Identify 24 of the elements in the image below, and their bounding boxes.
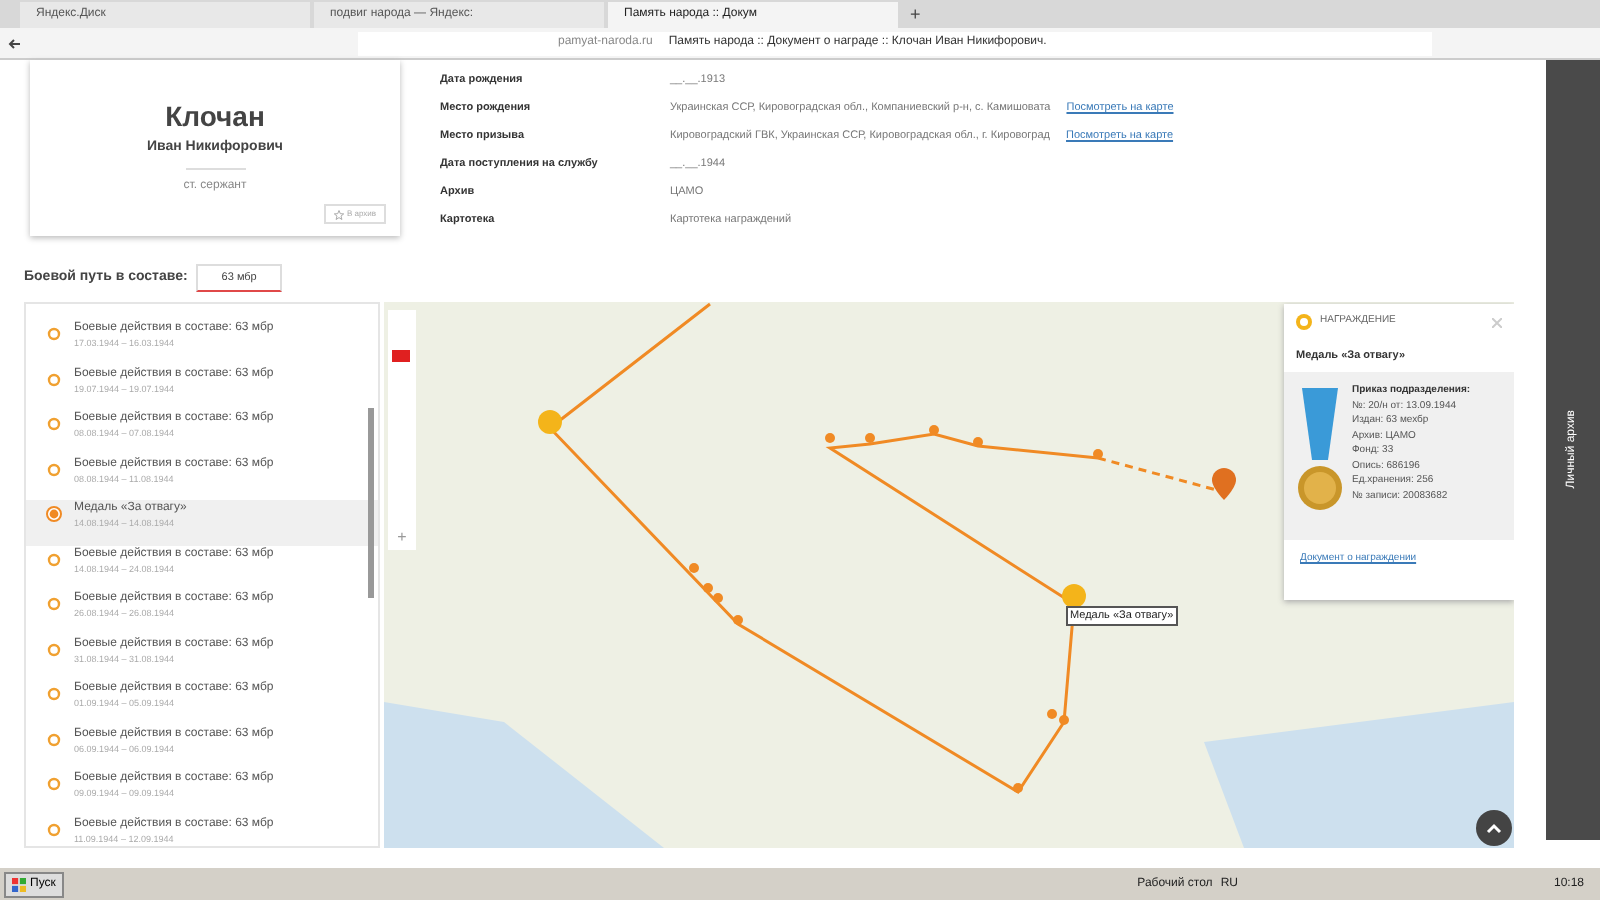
timeline-node-icon: [46, 416, 62, 432]
star-icon: [334, 209, 345, 219]
flag-icon: [392, 350, 410, 362]
timeline-node-icon: [46, 641, 62, 657]
timeline-node-icon: [46, 686, 62, 702]
timeline-node-icon: [46, 731, 62, 747]
timeline-node-icon: [46, 776, 62, 792]
map-marker-icon[interactable]: [538, 410, 562, 434]
map-marker-icon[interactable]: [1212, 468, 1236, 500]
close-icon[interactable]: [1492, 317, 1502, 327]
scrollbar[interactable]: [368, 408, 374, 598]
timeline-node-icon: [46, 596, 62, 612]
map-marker-icon[interactable]: [1062, 584, 1086, 608]
timeline-node-icon: [46, 821, 62, 837]
timeline-node-icon: [46, 551, 62, 567]
award-marker-icon: [46, 506, 62, 522]
timeline-node-icon: [46, 371, 62, 387]
timeline-node-icon: [46, 326, 62, 342]
surname: Клочан: [165, 98, 265, 136]
new-tab-button[interactable]: +: [902, 1, 929, 28]
timeline-node-icon: [46, 461, 62, 477]
windows-logo-icon: [12, 877, 26, 891]
back-icon[interactable]: [8, 37, 22, 49]
award-icon: [1296, 314, 1312, 330]
